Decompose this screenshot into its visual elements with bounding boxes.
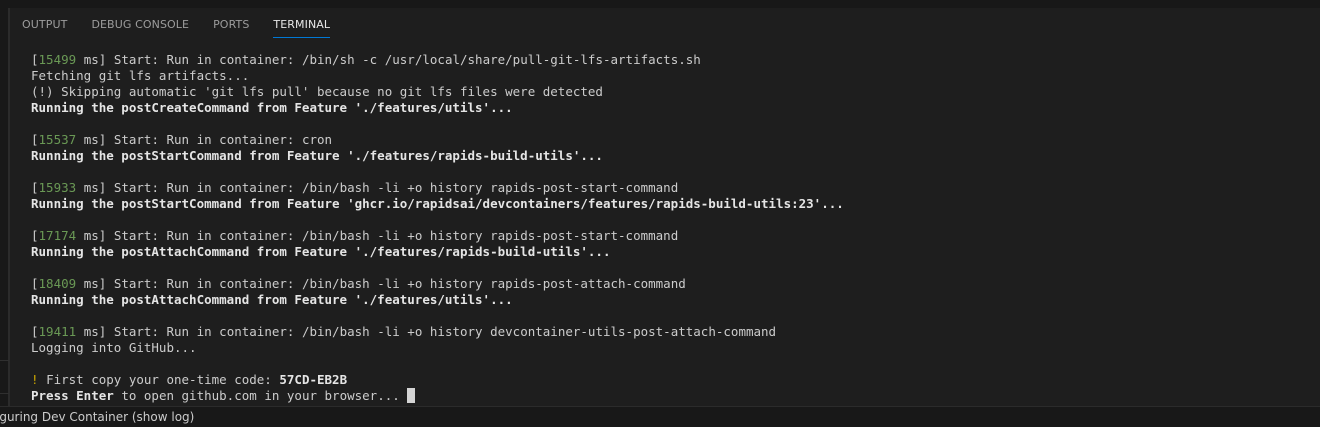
terminal-line: [19411 ms] Start: Run in container: /bin… bbox=[31, 324, 777, 339]
gutter-divider bbox=[0, 393, 9, 394]
tab-debug-console[interactable]: DEBUG CONSOLE bbox=[91, 8, 189, 42]
line-text: Running the postCreateCommand from Featu… bbox=[31, 100, 513, 115]
line-text: Start: Run in container: /bin/bash -li +… bbox=[113, 324, 777, 339]
terminal-line: (!) Skipping automatic 'git lfs pull' be… bbox=[31, 84, 1311, 100]
line-text: Running the postStartCommand from Featur… bbox=[31, 196, 844, 211]
elapsed-ms: 19411 bbox=[38, 324, 77, 339]
terminal-line: Logging into GitHub... bbox=[31, 340, 1311, 356]
line-text: Start: Run in container: cron bbox=[113, 132, 333, 147]
elapsed-ms: 18409 bbox=[38, 276, 77, 291]
terminal-line: [17174 ms] Start: Run in container: /bin… bbox=[31, 228, 679, 243]
terminal-line: Running the postAttachCommand from Featu… bbox=[31, 244, 1311, 260]
elapsed-ms: 17174 bbox=[38, 228, 77, 243]
tab-ports[interactable]: PORTS bbox=[213, 8, 249, 42]
one-time-code: 57CD-EB2B bbox=[279, 372, 348, 387]
terminal-line: [15537 ms] Start: Run in container: cron bbox=[31, 132, 333, 147]
line-text: Running the postStartCommand from Featur… bbox=[31, 148, 603, 163]
line-text: Start: Run in container: /bin/bash -li +… bbox=[113, 228, 679, 243]
terminal-line: Running the postStartCommand from Featur… bbox=[31, 148, 1311, 164]
panel-tabs: OUTPUT DEBUG CONSOLE PORTS TERMINAL bbox=[22, 8, 354, 42]
line-text: Start: Run in container: /bin/sh -c /usr… bbox=[113, 52, 701, 67]
press-enter-key: Press Enter bbox=[31, 388, 114, 403]
left-gutter bbox=[0, 8, 9, 406]
elapsed-ms: 15499 bbox=[38, 52, 77, 67]
line-text: Start: Run in container: /bin/bash -li +… bbox=[113, 180, 679, 195]
terminal-line: ! First copy your one-time code: 57CD-EB… bbox=[31, 372, 1311, 388]
terminal-line: [15499 ms] Start: Run in container: /bin… bbox=[31, 52, 701, 67]
line-text: (!) Skipping automatic 'git lfs pull' be… bbox=[31, 84, 603, 99]
terminal-output[interactable]: [15499 ms] Start: Run in container: /bin… bbox=[31, 52, 1311, 404]
terminal-line: [15933 ms] Start: Run in container: /bin… bbox=[31, 180, 679, 195]
warning-glyph: ! bbox=[31, 372, 39, 387]
top-strip bbox=[0, 0, 1320, 8]
terminal-line: Running the postStartCommand from Featur… bbox=[31, 196, 1311, 212]
status-dev-container[interactable]: iguring Dev Container (show log) bbox=[0, 407, 194, 427]
line-text: Start: Run in container: /bin/bash -li +… bbox=[113, 276, 686, 291]
terminal-line: [18409 ms] Start: Run in container: /bin… bbox=[31, 276, 686, 291]
line-text: to open github.com in your browser... bbox=[121, 388, 400, 403]
line-text: Fetching git lfs artifacts... bbox=[31, 68, 250, 83]
terminal-line: Fetching git lfs artifacts... bbox=[31, 68, 1311, 84]
status-bar: iguring Dev Container (show log) bbox=[0, 406, 1320, 427]
elapsed-ms: 15537 bbox=[38, 132, 77, 147]
terminal-cursor bbox=[407, 388, 416, 403]
line-text: Running the postAttachCommand from Featu… bbox=[31, 292, 513, 307]
terminal-line: Running the postCreateCommand from Featu… bbox=[31, 100, 1311, 116]
line-text: First copy your one-time code: bbox=[46, 372, 272, 387]
tab-output[interactable]: OUTPUT bbox=[22, 8, 67, 42]
gutter-divider bbox=[0, 360, 9, 361]
bottom-panel: OUTPUT DEBUG CONSOLE PORTS TERMINAL [15499 … bbox=[9, 8, 1320, 406]
line-text: Running the postAttachCommand from Featu… bbox=[31, 244, 611, 259]
terminal-line: Press Enter to open github.com in your b… bbox=[31, 388, 1311, 404]
elapsed-ms: 15933 bbox=[38, 180, 77, 195]
terminal-line: Running the postAttachCommand from Featu… bbox=[31, 292, 1311, 308]
tab-terminal[interactable]: TERMINAL bbox=[273, 8, 330, 42]
line-text: Logging into GitHub... bbox=[31, 340, 197, 355]
